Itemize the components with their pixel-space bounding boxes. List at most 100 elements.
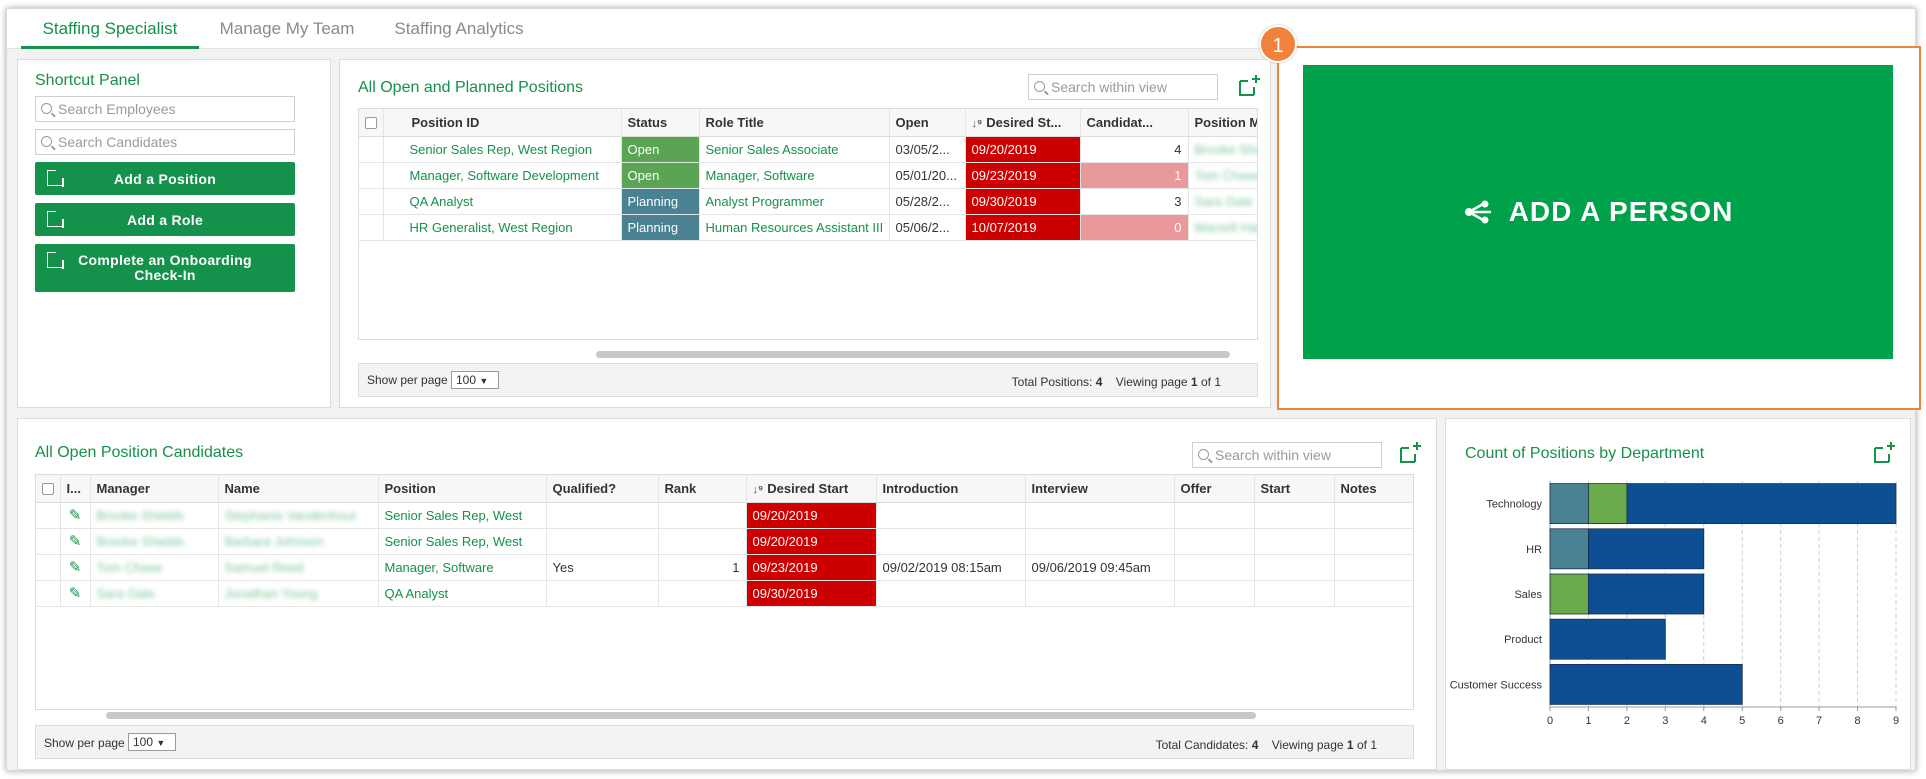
table-row[interactable]: HR Generalist, West Region Planning Huma…	[359, 214, 1257, 241]
total-positions-value: 4	[1095, 375, 1103, 389]
col-manager[interactable]: Manager	[90, 475, 219, 503]
table-row[interactable]: ✎ Brooke Shields Stephanie Vandenhout Se…	[36, 502, 1413, 529]
position-id-cell[interactable]: QA Analyst	[383, 188, 622, 215]
edit-pencil-icon[interactable]: ✎	[60, 580, 91, 607]
candidate-name-cell[interactable]: Samuel Reed	[218, 554, 379, 581]
add-view-icon[interactable]	[1237, 74, 1261, 98]
viewing-page-label: Viewing page	[1271, 738, 1344, 752]
positions-horizontal-scrollbar[interactable]	[596, 351, 1230, 358]
desired-start-cell: 09/20/2019	[746, 528, 877, 555]
qualified-cell	[546, 502, 659, 529]
callout-number-badge: 1	[1259, 25, 1297, 63]
sort-icon: ↓⁹	[971, 117, 983, 130]
search-icon	[1034, 81, 1045, 92]
col-status[interactable]: Status	[621, 109, 700, 137]
add-view-icon[interactable]	[1398, 441, 1422, 465]
bar-segment[interactable]	[1549, 663, 1743, 705]
select-all-checkbox[interactable]	[359, 109, 384, 137]
tab-manage-my-team[interactable]: Manage My Team	[207, 9, 367, 49]
col-introduction[interactable]: Introduction	[876, 475, 1026, 503]
role-title-cell[interactable]: Human Resources Assistant III	[699, 214, 890, 241]
role-title-cell[interactable]: Analyst Programmer	[699, 188, 890, 215]
position-id-cell[interactable]: HR Generalist, West Region	[383, 214, 622, 241]
col-desired-start[interactable]: ↓⁹ Desired Start	[746, 475, 877, 503]
col-position[interactable]: Position	[378, 475, 547, 503]
col-i[interactable]: I...	[60, 475, 91, 503]
per-page-select[interactable]: 100 ▼	[451, 371, 499, 389]
add-a-person-button[interactable]: ADD A PERSON	[1303, 65, 1893, 359]
x-tick-label: 7	[1816, 715, 1822, 727]
add-person-highlight: ADD A PERSON	[1277, 46, 1921, 410]
candidates-count-cell: 3	[1080, 188, 1189, 215]
position-id-cell[interactable]: Manager, Software Development	[383, 162, 622, 189]
manager-cell[interactable]: Tom Chase	[90, 554, 219, 581]
add-view-icon[interactable]	[1872, 441, 1896, 465]
table-row[interactable]: ✎ Tom Chase Samuel Reed Manager, Softwar…	[36, 554, 1413, 581]
position-cell[interactable]: QA Analyst	[378, 580, 547, 607]
tab-staffing-specialist[interactable]: Staffing Specialist	[21, 9, 199, 49]
position-cell[interactable]: Senior Sales Rep, West	[378, 528, 547, 555]
edit-pencil-icon[interactable]: ✎	[60, 554, 91, 581]
position-id-cell[interactable]: Senior Sales Rep, West Region	[383, 136, 622, 163]
bar-segment[interactable]	[1588, 483, 1628, 525]
bar-segment[interactable]	[1588, 528, 1705, 570]
candidate-name-cell[interactable]: Jonathan Young	[218, 580, 379, 607]
col-candidates[interactable]: Candidat...	[1080, 109, 1189, 137]
candidate-name-cell[interactable]: Stephanie Vandenhout	[218, 502, 379, 529]
manager-cell[interactable]: Brooke Shields	[90, 528, 219, 555]
col-position-id[interactable]: Position ID	[383, 109, 622, 137]
per-page-select[interactable]: 100 ▼	[128, 733, 176, 751]
search-employees-input[interactable]: Search Employees	[35, 96, 295, 122]
col-offer[interactable]: Offer	[1174, 475, 1255, 503]
bar-segment[interactable]	[1549, 483, 1589, 525]
col-interview[interactable]: Interview	[1025, 475, 1175, 503]
candidates-search-input[interactable]: Search within view	[1192, 442, 1382, 468]
candidate-name-cell[interactable]: Barbara Johnson	[218, 528, 379, 555]
position-manager-cell[interactable]: Brooke Shields	[1188, 136, 1257, 163]
status-badge: Open	[621, 162, 700, 189]
table-row[interactable]: Manager, Software Development Open Manag…	[359, 162, 1257, 189]
col-desired-start[interactable]: ↓⁹ Desired St...	[965, 109, 1081, 137]
viewing-page-label: Viewing page	[1115, 375, 1188, 389]
notes-cell	[1334, 528, 1413, 555]
bar-segment[interactable]	[1549, 573, 1589, 615]
col-role-title[interactable]: Role Title	[699, 109, 890, 137]
position-cell[interactable]: Senior Sales Rep, West	[378, 502, 547, 529]
x-tick-label: 4	[1701, 715, 1707, 727]
position-manager-cell[interactable]: Marnell Harris	[1188, 214, 1257, 241]
bar-segment[interactable]	[1549, 618, 1666, 660]
complete-onboarding-button[interactable]: Complete an Onboarding Check-In	[35, 244, 295, 292]
col-start[interactable]: Start	[1254, 475, 1335, 503]
bar-segment[interactable]	[1588, 573, 1705, 615]
col-open[interactable]: Open	[889, 109, 966, 137]
search-candidates-input[interactable]: Search Candidates	[35, 129, 295, 155]
col-position-manager[interactable]: Position Mana	[1188, 109, 1257, 137]
edit-pencil-icon[interactable]: ✎	[60, 502, 91, 529]
col-qualified[interactable]: Qualified?	[546, 475, 659, 503]
add-a-role-button[interactable]: Add a Role	[35, 203, 295, 236]
manager-cell[interactable]: Brooke Shields	[90, 502, 219, 529]
table-row[interactable]: ✎ Brooke Shields Barbara Johnson Senior …	[36, 528, 1413, 555]
positions-search-input[interactable]: Search within view	[1028, 74, 1218, 100]
select-all-checkbox[interactable]	[36, 475, 61, 503]
role-title-cell[interactable]: Senior Sales Associate	[699, 136, 890, 163]
table-row[interactable]: Senior Sales Rep, West Region Open Senio…	[359, 136, 1257, 163]
position-cell[interactable]: Manager, Software	[378, 554, 547, 581]
col-desired-start-label: Desired Start	[767, 480, 849, 496]
tab-staffing-analytics[interactable]: Staffing Analytics	[379, 9, 539, 49]
col-rank[interactable]: Rank	[658, 475, 747, 503]
candidates-horizontal-scrollbar[interactable]	[106, 712, 1256, 719]
role-title-cell[interactable]: Manager, Software	[699, 162, 890, 189]
search-candidates-placeholder: Search Candidates	[58, 134, 178, 150]
position-manager-cell[interactable]: Tom Chase	[1188, 162, 1257, 189]
table-row[interactable]: ✎ Sara Gale Jonathan Young QA Analyst 09…	[36, 580, 1413, 607]
col-name[interactable]: Name	[218, 475, 379, 503]
position-manager-cell[interactable]: Sara Gale	[1188, 188, 1257, 215]
table-row[interactable]: QA Analyst Planning Analyst Programmer 0…	[359, 188, 1257, 215]
bar-segment[interactable]	[1626, 483, 1897, 525]
manager-cell[interactable]: Sara Gale	[90, 580, 219, 607]
edit-pencil-icon[interactable]: ✎	[60, 528, 91, 555]
bar-segment[interactable]	[1549, 528, 1589, 570]
col-notes[interactable]: Notes	[1334, 475, 1413, 503]
add-a-position-button[interactable]: Add a Position	[35, 162, 295, 195]
